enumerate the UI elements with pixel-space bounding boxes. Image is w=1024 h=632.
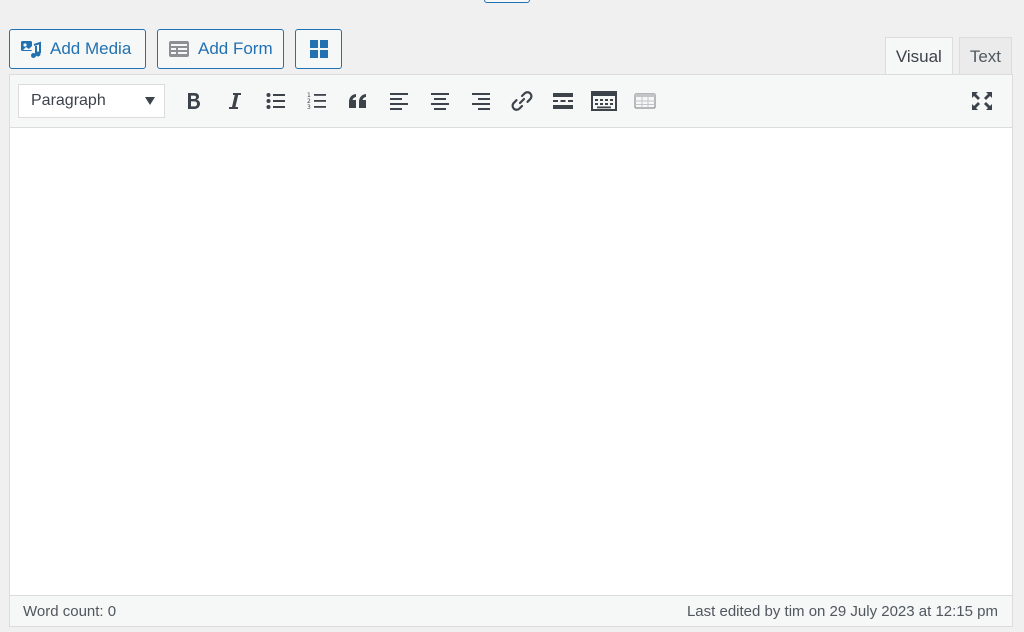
last-edited: Last edited by tim on 29 July 2023 at 12… [686,602,998,620]
bulleted-list-icon [266,92,286,110]
numbered-list-button[interactable]: 1 2 3 [296,84,337,118]
tab-text[interactable]: Text [958,37,1012,75]
caret-down-icon [145,97,155,105]
toolbar-toggle-button[interactable] [583,84,624,118]
toolbar-toggle-icon [590,91,617,111]
top-handle [484,0,530,3]
editor-statusbar: Word count: 0 Last edited by tim on 29 J… [10,595,1012,626]
fullscreen-button[interactable] [961,84,1002,118]
fullscreen-icon [971,91,993,111]
svg-text:3: 3 [307,104,311,111]
table-button[interactable] [624,84,665,118]
add-form-label: Add Form [198,39,273,58]
editor-content-area[interactable] [10,128,1012,596]
read-more-icon [552,92,574,110]
blockquote-icon [348,93,368,109]
align-right-icon [471,92,491,110]
format-select[interactable]: Paragraph [18,84,165,118]
numbered-list-icon: 1 2 3 [307,91,327,111]
form-icon [168,40,190,58]
align-left-button[interactable] [378,84,419,118]
bold-icon [186,92,202,110]
blocks-button[interactable] [295,29,342,69]
editor-container: Paragraph 1 2 3 Word count: 0 Last edite… [9,74,1013,627]
bulleted-list-button[interactable] [255,84,296,118]
add-media-button[interactable]: Add Media [9,29,146,69]
align-left-icon [389,92,409,110]
italic-icon [228,92,242,110]
read-more-button[interactable] [542,84,583,118]
link-icon [511,90,533,112]
align-center-icon [430,92,450,110]
word-count: Word count: 0 [23,602,117,620]
table-icon [633,93,656,109]
media-buttons: Add Media Add Form [9,29,342,69]
blockquote-button[interactable] [337,84,378,118]
italic-button[interactable] [214,84,255,118]
tab-visual[interactable]: Visual [884,37,953,75]
align-right-button[interactable] [460,84,501,118]
add-media-label: Add Media [50,39,132,58]
bold-button[interactable] [173,84,214,118]
grid-icon [309,39,329,59]
add-media-icon [20,39,42,59]
editor-tabs: Visual Text [884,37,1012,75]
format-select-value: Paragraph [31,92,106,109]
align-center-button[interactable] [419,84,460,118]
formatting-tools: 1 2 3 [173,84,665,118]
editor-toolbar: Paragraph 1 2 3 [10,75,1012,128]
link-button[interactable] [501,84,542,118]
add-form-button[interactable]: Add Form [157,29,284,69]
